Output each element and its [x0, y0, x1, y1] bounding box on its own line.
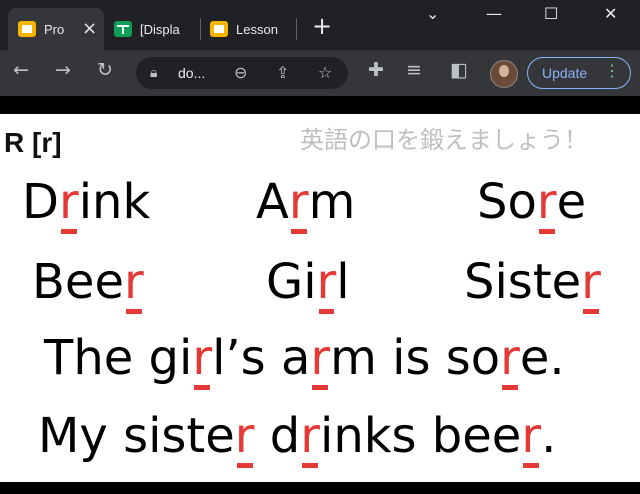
r-highlight: r: [316, 254, 337, 314]
slide-bottom-border: [0, 482, 640, 494]
slide: R [r] 英語の口を鍛えましょう！ Drink Arm Sore Beer G…: [0, 114, 640, 482]
reload-icon[interactable]: ↻: [97, 61, 113, 80]
r-highlight: r: [300, 408, 320, 468]
sentence-1: The girl’s arm is sore.: [44, 330, 565, 390]
share-icon[interactable]: ⇪: [276, 63, 289, 82]
r-highlight: r: [234, 408, 255, 468]
tab-separator: [200, 18, 201, 40]
minimize-button[interactable]: —: [486, 4, 502, 23]
profile-avatar[interactable]: [490, 60, 518, 88]
r-highlight: r: [521, 408, 542, 468]
extensions-icon[interactable]: ✚: [368, 61, 384, 80]
word-arm: Arm: [256, 174, 356, 234]
more-menu-icon[interactable]: ⋮: [604, 64, 620, 80]
slide-top-border: [0, 96, 640, 114]
tab-search-icon[interactable]: ⌄: [426, 4, 439, 23]
slides-icon: [18, 21, 36, 37]
sheets-icon: [114, 21, 132, 37]
tab-separator: [296, 18, 297, 40]
r-highlight: r: [288, 174, 309, 234]
tab-display[interactable]: [Displa: [108, 8, 198, 50]
bookmark-star-icon[interactable]: ☆: [318, 63, 332, 82]
tab-title: [Displa: [140, 21, 180, 37]
lock-icon[interactable]: 🔒︎: [150, 65, 157, 81]
r-highlight: r: [310, 330, 331, 390]
r-highlight: r: [536, 174, 557, 234]
side-panel-icon[interactable]: ◧: [450, 61, 468, 80]
update-button[interactable]: Update ⋮: [527, 57, 631, 89]
word-beer: Beer: [32, 254, 144, 314]
close-tab-icon[interactable]: ×: [82, 20, 97, 38]
tab-bar: Pro × [Displa Lesson + ⌄ — ☐ ✕: [0, 0, 640, 50]
r-highlight: r: [192, 330, 213, 390]
maximize-button[interactable]: ☐: [544, 4, 558, 23]
word-sore: Sore: [477, 174, 587, 234]
new-tab-button[interactable]: +: [312, 14, 332, 38]
address-text: do...: [178, 65, 206, 81]
tab-title: Lesson: [236, 21, 278, 37]
r-highlight: r: [58, 174, 79, 234]
tab-lesson[interactable]: Lesson: [204, 8, 294, 50]
forward-icon[interactable]: →: [55, 61, 71, 80]
slides-icon: [210, 21, 228, 37]
subtitle: 英語の口を鍛えましょう！: [300, 126, 588, 154]
sound-label: R [r]: [4, 127, 62, 158]
tab-presentation[interactable]: Pro ×: [8, 8, 104, 50]
zoom-icon[interactable]: ⊖: [234, 63, 247, 82]
tab-title: Pro: [44, 21, 65, 37]
word-drink: Drink: [22, 174, 151, 234]
back-icon[interactable]: ←: [13, 61, 29, 80]
r-highlight: r: [500, 330, 520, 390]
word-girl: Girl: [266, 254, 350, 314]
address-bar[interactable]: 🔒︎ do... ⊖ ⇪ ☆: [136, 57, 348, 89]
r-highlight: r: [581, 254, 601, 314]
media-control-icon[interactable]: ≡: [406, 61, 422, 80]
close-window-button[interactable]: ✕: [604, 4, 617, 23]
r-highlight: r: [124, 254, 144, 314]
sentence-2: My sister drinks beer.: [38, 408, 557, 468]
word-sister: Sister: [464, 254, 601, 314]
update-label: Update: [542, 65, 588, 81]
